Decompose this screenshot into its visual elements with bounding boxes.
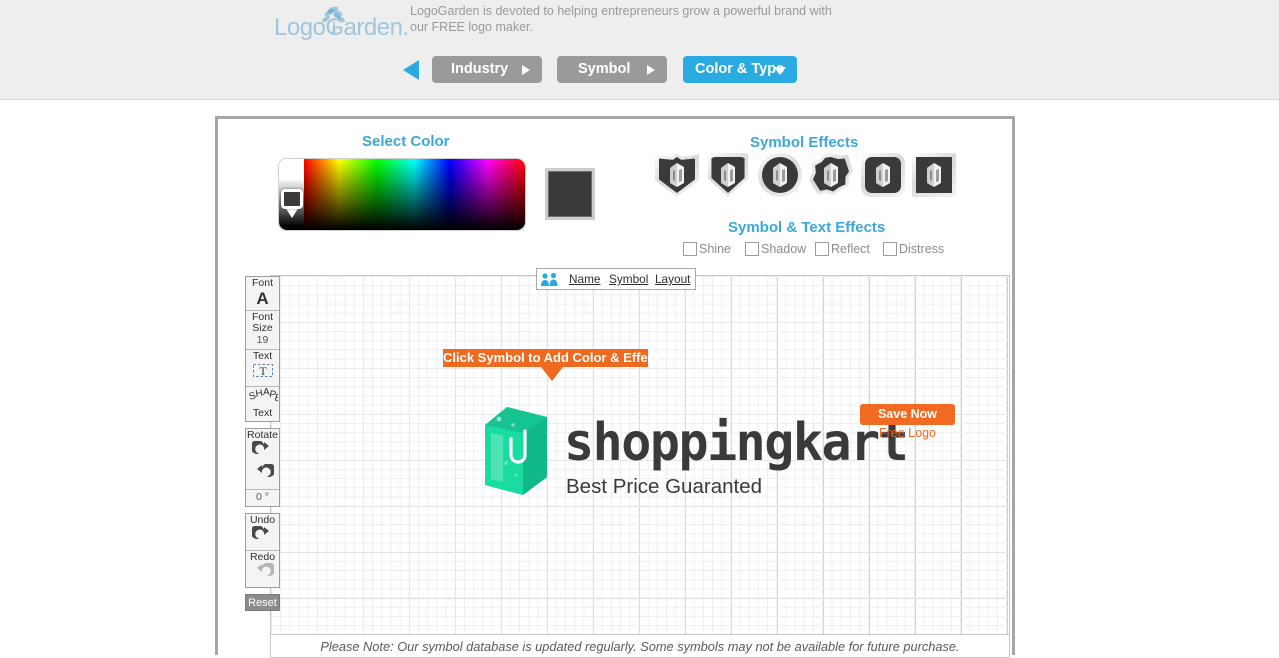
- color-picker-gradient[interactable]: [278, 158, 526, 231]
- font-size-value: 19: [256, 334, 269, 346]
- chevron-right-icon: [647, 65, 655, 75]
- rotate-clockwise-icon[interactable]: [252, 463, 276, 482]
- text-label: Text: [252, 350, 273, 362]
- tab-color-and-type-label: Color & Type: [695, 61, 785, 77]
- hue-saturation-field[interactable]: [304, 159, 525, 230]
- shopping-bag-icon[interactable]: [483, 403, 549, 497]
- canvas-element-tabs: Name Symbol Layout: [536, 268, 696, 290]
- starburst-shape-button[interactable]: [809, 153, 853, 197]
- checkbox-box[interactable]: [815, 242, 829, 256]
- logo-tagline-text[interactable]: Best Price Guaranted: [566, 476, 762, 498]
- ornate-shield-shape-button[interactable]: [655, 153, 699, 197]
- redo-button[interactable]: Redo: [246, 551, 279, 587]
- people-group-icon: [541, 272, 558, 286]
- symbol-glyph-icon: [670, 163, 684, 187]
- font-size-button[interactable]: Font Size 19: [246, 311, 279, 350]
- select-color-title: Select Color: [362, 133, 450, 150]
- back-triangle-icon[interactable]: [403, 60, 419, 80]
- tab-industry[interactable]: Industry: [432, 56, 542, 83]
- page-header: LogoGarden. LogoGarden is devoted to hel…: [0, 0, 1279, 100]
- editor-toolbar: Font A Font Size 19 Text T S H A P E Tex…: [245, 276, 282, 611]
- checkbox-box[interactable]: [883, 242, 897, 256]
- square-shape-button[interactable]: [912, 153, 956, 197]
- tab-industry-label: Industry: [451, 61, 509, 77]
- toolbar-group-text: Font A Font Size 19 Text T S H A P E Tex…: [245, 276, 282, 422]
- tree-icon: [322, 6, 345, 33]
- symbol-hint-tooltip: Click Symbol to Add Color & Effect: [443, 349, 659, 381]
- rotate-controls[interactable]: Rotate: [246, 429, 279, 490]
- symbol-glyph-icon: [721, 163, 735, 187]
- header-tagline: LogoGarden is devoted to helping entrepr…: [410, 4, 832, 34]
- arched-shape-text-icon: S H A P E: [247, 387, 282, 405]
- logo-artwork[interactable]: shoppingkart Best Price Guaranted: [483, 401, 909, 511]
- marker-swatch: [284, 192, 300, 206]
- checkbox-box[interactable]: [745, 242, 759, 256]
- toolbar-group-history: Undo Redo: [245, 513, 280, 588]
- tooltip-text: Click Symbol to Add Color & Effect: [443, 350, 660, 365]
- undo-button[interactable]: Undo: [246, 514, 279, 551]
- canvas-tab-symbol[interactable]: Symbol: [609, 272, 648, 286]
- save-now-button[interactable]: Save Now: [860, 404, 955, 425]
- symbol-effects-title: Symbol Effects: [750, 134, 859, 151]
- logo-name-text[interactable]: shoppingkart: [564, 417, 909, 469]
- checkbox-reflect-label: Reflect: [831, 242, 870, 256]
- font-button[interactable]: Font A: [246, 277, 279, 311]
- checkbox-shadow-label: Shadow: [761, 242, 807, 256]
- shape-text-label: Text: [252, 407, 273, 419]
- rotate-value-field[interactable]: 0 °: [246, 490, 279, 506]
- tab-symbol[interactable]: Symbol: [557, 56, 667, 83]
- toolbar-group-rotate: Rotate 0 °: [245, 428, 280, 507]
- letter-a-icon: A: [256, 289, 269, 308]
- current-color-swatch: [545, 168, 595, 220]
- shield-shape-button[interactable]: [706, 153, 750, 197]
- undo-arrow-icon: [249, 525, 269, 539]
- shape-text-button[interactable]: S H A P E Text: [246, 387, 282, 421]
- checkbox-distress-label: Distress: [899, 242, 945, 256]
- rounded-square-shape-button[interactable]: [861, 153, 905, 197]
- color-picker-marker[interactable]: [281, 189, 303, 218]
- undo-label: Undo: [249, 514, 276, 526]
- text-box-icon: T: [252, 364, 273, 378]
- tooltip-pointer: [541, 367, 563, 381]
- symbol-glyph-icon: [824, 163, 838, 187]
- tab-symbol-label: Symbol: [578, 61, 631, 77]
- canvas-tab-name[interactable]: Name: [569, 272, 600, 286]
- symbol-glyph-icon: [773, 163, 787, 187]
- symbol-glyph-icon: [876, 163, 890, 187]
- font-size-label-2: Size: [252, 322, 273, 334]
- checkbox-shine-label: Shine: [699, 242, 731, 256]
- font-label: Font: [251, 277, 273, 289]
- symbol-text-effects-title: Symbol & Text Effects: [728, 219, 886, 236]
- tab-color-and-type[interactable]: Color & Type: [683, 56, 797, 83]
- chevron-right-icon: [522, 65, 530, 75]
- canvas-tab-layout[interactable]: Layout: [655, 272, 690, 286]
- rotate-label: Rotate: [247, 429, 278, 441]
- svg-text:T: T: [259, 364, 267, 378]
- free-logo-link[interactable]: Free Logo: [860, 426, 955, 440]
- redo-arrow-icon: [256, 562, 276, 576]
- logogarden-brand-logo[interactable]: LogoGarden.: [274, 6, 409, 42]
- chevron-down-icon: [774, 67, 786, 75]
- reset-button[interactable]: Reset: [245, 594, 280, 611]
- checkbox-box[interactable]: [683, 242, 697, 256]
- text-button[interactable]: Text T: [246, 350, 279, 387]
- circle-shape-button[interactable]: [758, 153, 802, 197]
- rotate-counterclockwise-icon[interactable]: [249, 440, 274, 459]
- symbol-glyph-icon: [927, 163, 941, 187]
- editor-panel: Select Color R G B HEX Symbol Effects: [215, 116, 1015, 658]
- redo-label: Redo: [249, 551, 276, 563]
- rotate-value: 0 °: [256, 491, 269, 503]
